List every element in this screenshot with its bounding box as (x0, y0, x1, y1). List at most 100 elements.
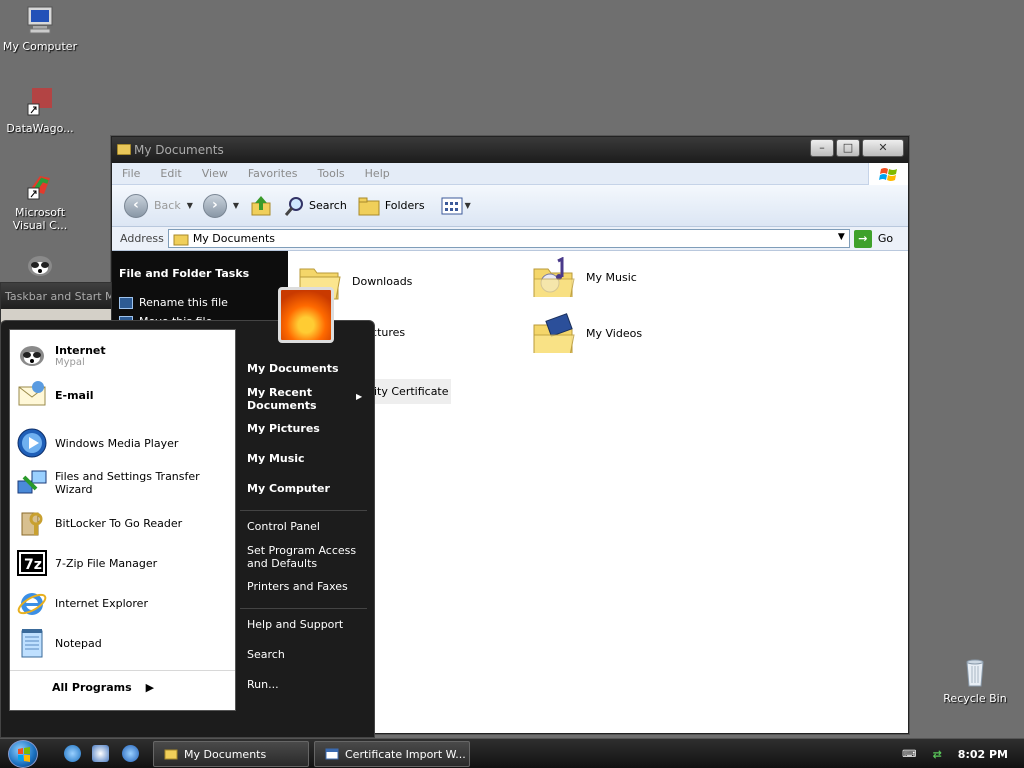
address-value: My Documents (192, 232, 276, 245)
desktop-icon-visual-c[interactable]: Microsoft Visual C... (0, 170, 80, 232)
keyboard-icon[interactable]: ⌨ (902, 749, 916, 760)
file-label: Downloads (352, 274, 413, 288)
search-button[interactable]: Search (283, 195, 347, 217)
desktop-icon-label: My Computer (2, 40, 78, 53)
taskbar-button-certificate-import[interactable]: Certificate Import W... (314, 741, 470, 767)
start-item-label: Internet Explorer (55, 596, 148, 610)
chevron-down-icon[interactable]: ▼ (187, 201, 193, 210)
system-tray: ⌨ ⇄ 8:02 PM (902, 739, 1024, 768)
menu-edit[interactable]: Edit (160, 167, 181, 180)
start-item-notepad[interactable]: Notepad (16, 627, 102, 659)
explorer-titlebar[interactable]: My Documents – □ ✕ (112, 137, 908, 163)
search-label: Search (309, 199, 347, 212)
menu-view[interactable]: View (202, 167, 228, 180)
network-icon[interactable]: ⇄ (933, 748, 942, 761)
file-my-videos[interactable]: My Videos (532, 313, 642, 353)
up-folder-button[interactable] (249, 194, 273, 218)
rename-file-link[interactable]: Rename this file (119, 296, 288, 309)
file-label: My Videos (586, 326, 643, 340)
start-link-help-support[interactable]: Help and Support (247, 618, 343, 631)
clock[interactable]: 8:02 PM (958, 748, 1008, 761)
start-item-label: Windows Media Player (55, 436, 179, 450)
views-button[interactable]: ▼ (441, 197, 471, 215)
start-item-label: Internet (55, 344, 106, 357)
menu-help[interactable]: Help (365, 167, 390, 180)
minimize-button[interactable]: – (810, 139, 834, 157)
address-input[interactable]: My Documents ▼ (167, 229, 850, 248)
start-item-media-player[interactable]: Windows Media Player (16, 427, 178, 459)
forward-button[interactable]: › ▼ (202, 193, 239, 218)
quicklaunch-media-player-icon[interactable] (122, 745, 139, 762)
visual-studio-icon (24, 170, 56, 202)
windows-flag-icon (868, 163, 908, 185)
taskbar: My Documents Certificate Import W... ⌨ ⇄… (0, 738, 1024, 768)
raccoon-icon (24, 250, 56, 282)
address-label: Address (120, 232, 164, 245)
chevron-down-icon: ▼ (464, 201, 471, 210)
quicklaunch-internet-explorer-icon[interactable] (64, 745, 81, 762)
folder-icon (164, 749, 178, 760)
start-link-printers-faxes[interactable]: Printers and Faxes (247, 580, 348, 593)
quicklaunch-show-desktop-icon[interactable] (92, 745, 109, 762)
window-icon (325, 748, 339, 760)
start-item-bitlocker[interactable]: BitLocker To Go Reader (16, 507, 182, 539)
taskbar-button-my-documents[interactable]: My Documents (153, 741, 309, 767)
start-item-email[interactable]: E-mail (16, 379, 94, 411)
desktop-icon-label: Recycle Bin (943, 692, 1007, 705)
start-item-transfer-wizard[interactable]: Files and Settings Transfer Wizard (16, 467, 235, 499)
back-arrow-icon: ‹ (124, 193, 148, 218)
windows-logo-icon (18, 747, 30, 762)
recycle-bin-icon (959, 656, 991, 688)
start-item-internet[interactable]: Internet Mypal (16, 340, 106, 372)
task-pane-heading: File and Folder Tasks (119, 267, 250, 280)
desktop-icon-datawagon[interactable]: DataWago... (0, 86, 80, 135)
internet-explorer-icon (16, 587, 48, 619)
chevron-down-icon[interactable]: ▼ (233, 201, 239, 210)
start-link-program-access[interactable]: Set Program Access and Defaults (247, 544, 359, 570)
all-programs-button[interactable]: All Programs ▶ (52, 681, 154, 694)
back-button[interactable]: ‹ Back ▼ (124, 193, 193, 218)
start-item-7zip[interactable]: 7z 7-Zip File Manager (16, 547, 157, 579)
start-link-recent-documents[interactable]: My Recent Documents (247, 386, 359, 412)
start-link-run[interactable]: Run... (247, 678, 279, 691)
chevron-down-icon[interactable]: ▼ (838, 232, 845, 242)
folders-button[interactable]: Folders (357, 195, 425, 217)
close-button[interactable]: ✕ (862, 139, 904, 157)
file-label: ity Certificate (374, 385, 449, 398)
desktop-icon-raccoon[interactable] (0, 250, 80, 286)
start-menu-places: My Documents My Recent Documents ▶ My Pi… (238, 321, 374, 739)
rename-icon (119, 296, 133, 309)
datawagon-icon (24, 86, 56, 118)
desktop-icon-label: DataWago... (6, 122, 74, 135)
bitlocker-icon (16, 507, 48, 539)
desktop-icon-my-computer[interactable]: My Computer (0, 4, 80, 53)
start-link-my-computer[interactable]: My Computer (247, 482, 330, 495)
start-link-my-documents[interactable]: My Documents (247, 362, 339, 375)
go-button[interactable]: → Go (853, 229, 893, 248)
maximize-button[interactable]: □ (836, 139, 860, 157)
folders-label: Folders (384, 199, 425, 212)
menu-file[interactable]: File (122, 167, 140, 180)
menu-favorites[interactable]: Favorites (248, 167, 298, 180)
file-my-music[interactable]: My Music (532, 257, 637, 297)
start-item-internet-explorer[interactable]: Internet Explorer (16, 587, 148, 619)
start-button[interactable] (8, 740, 38, 768)
7zip-icon: 7z (16, 547, 48, 579)
window-title[interactable]: Taskbar and Start M (1, 283, 111, 309)
menu-tools[interactable]: Tools (318, 167, 345, 180)
rename-label: Rename this file (139, 296, 228, 309)
start-link-control-panel[interactable]: Control Panel (247, 520, 320, 533)
chevron-right-icon: ▶ (356, 392, 363, 401)
start-menu-programs: Internet Mypal E-mail Windows Media Play… (9, 329, 236, 711)
start-item-label: E-mail (55, 388, 94, 402)
start-link-my-pictures[interactable]: My Pictures (247, 422, 320, 435)
desktop-icon-recycle-bin[interactable]: Recycle Bin (935, 656, 1015, 705)
notepad-icon (16, 627, 48, 659)
start-link-my-music[interactable]: My Music (247, 452, 305, 465)
start-link-search[interactable]: Search (247, 648, 285, 661)
file-security-certificate[interactable]: ity Certificate (372, 379, 451, 404)
menu-bar: File Edit View Favorites Tools Help (112, 163, 908, 185)
taskbar-button-label: My Documents (184, 747, 267, 761)
email-icon (16, 379, 48, 411)
search-icon (284, 196, 304, 216)
